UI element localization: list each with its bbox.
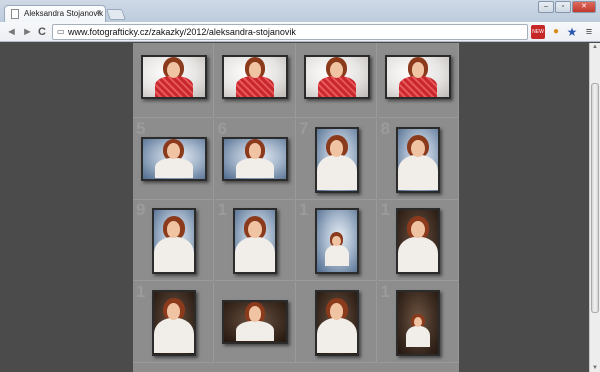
photo-thumbnail[interactable]: [314, 208, 359, 274]
tab-close-icon[interactable]: ×: [96, 8, 101, 17]
tab-strip: Aleksandra Stojanovik × – ▫ ✕: [0, 0, 600, 22]
reload-icon[interactable]: C: [38, 25, 46, 39]
gallery-cell: 9: [133, 200, 214, 281]
forward-icon[interactable]: ►: [22, 25, 33, 39]
portrait-subject: [324, 232, 349, 266]
gallery-cell: [133, 43, 214, 118]
portrait-subject: [399, 57, 437, 97]
photo-number: 1: [136, 281, 146, 301]
gallery-cell: [296, 281, 377, 363]
photo-number: 9: [136, 200, 146, 219]
gallery-cell: 6: [214, 118, 296, 200]
scroll-down-icon[interactable]: ▼: [592, 365, 598, 371]
portrait-subject: [154, 57, 193, 97]
scroll-thumb[interactable]: [591, 83, 599, 313]
photo-thumbnail[interactable]: [396, 289, 440, 356]
photo-thumbnail[interactable]: [396, 126, 440, 193]
back-icon[interactable]: ◄: [6, 25, 17, 39]
photo-number: 5: [136, 118, 146, 138]
portrait-subject: [316, 297, 357, 354]
portrait-subject: [398, 216, 438, 272]
photo-thumbnail[interactable]: [303, 55, 370, 99]
photo-thumbnail[interactable]: [140, 55, 207, 99]
gallery-cell: 7: [296, 118, 377, 200]
portrait-subject: [153, 297, 194, 354]
photo-number: 1: [217, 200, 227, 219]
photo-thumbnail[interactable]: [233, 208, 277, 274]
cookie-extension-icon[interactable]: ●: [549, 25, 563, 39]
portrait-subject: [235, 216, 275, 272]
photo-thumbnail[interactable]: [151, 289, 196, 356]
photo-thumbnail[interactable]: [314, 289, 359, 356]
photo-thumbnail[interactable]: [385, 55, 451, 99]
photo-thumbnail[interactable]: [314, 126, 359, 193]
menu-icon[interactable]: ≡: [582, 25, 596, 39]
gallery-cell: [296, 43, 377, 118]
close-window-button[interactable]: ✕: [572, 1, 596, 13]
gallery-cell: 1: [214, 200, 296, 281]
photo-thumbnail[interactable]: [222, 55, 288, 99]
portrait-subject: [236, 57, 274, 97]
gallery-cell: 1: [133, 281, 214, 363]
gallery-cell: 1: [377, 200, 459, 281]
new-tab-button[interactable]: [105, 9, 127, 20]
gallery-cell: [377, 43, 459, 118]
gallery-cell: 8: [377, 118, 459, 200]
photo-gallery: 5 6 7 8 9 1 1 1 1 1: [133, 43, 459, 372]
gallery-cell: [214, 281, 296, 363]
gallery-cell: 5: [133, 118, 214, 200]
gallery-cell: 1: [377, 281, 459, 363]
vertical-scrollbar[interactable]: ▲ ▼: [589, 43, 600, 372]
portrait-subject: [236, 138, 274, 179]
portrait-subject: [236, 301, 274, 342]
photo-thumbnail[interactable]: [222, 136, 288, 181]
page-favicon-icon: [11, 9, 19, 19]
browser-tab[interactable]: Aleksandra Stojanovik ×: [4, 5, 106, 22]
maximize-button[interactable]: ▫: [555, 1, 571, 13]
photo-number: 8: [380, 118, 390, 138]
portrait-subject: [153, 216, 194, 272]
minimize-button[interactable]: –: [538, 1, 554, 13]
gallery-cell: [214, 43, 296, 118]
new-badge-extension-icon[interactable]: NEW: [531, 25, 545, 39]
scroll-up-icon[interactable]: ▲: [592, 44, 598, 50]
gallery-cell: 1: [296, 200, 377, 281]
photo-number: 7: [299, 118, 309, 138]
photo-thumbnail[interactable]: [140, 136, 207, 181]
portrait-subject: [317, 57, 356, 97]
photo-thumbnail[interactable]: [222, 299, 288, 344]
browser-toolbar: ◄ ► C ▭ www.fotografticky.cz/zakazky/201…: [0, 22, 600, 42]
portrait-subject: [398, 134, 438, 191]
url-text[interactable]: www.fotografticky.cz/zakazky/2012/aleksa…: [68, 27, 296, 37]
bookmark-star-icon[interactable]: ★: [565, 25, 579, 39]
portrait-subject: [154, 138, 193, 179]
page-content: 5 6 7 8 9 1 1 1 1 1: [0, 43, 600, 372]
photo-number: 1: [380, 281, 390, 301]
portrait-subject: [406, 313, 430, 348]
photo-thumbnail[interactable]: [151, 208, 196, 274]
address-bar[interactable]: ▭ www.fotografticky.cz/zakazky/2012/alek…: [52, 24, 528, 40]
photo-number: 1: [299, 200, 309, 219]
page-icon: ▭: [57, 27, 65, 36]
window-controls: – ▫ ✕: [538, 1, 596, 14]
photo-number: 6: [217, 118, 227, 138]
photo-number: 1: [380, 200, 390, 219]
tab-title: Aleksandra Stojanovik: [24, 9, 104, 18]
portrait-subject: [316, 134, 357, 191]
photo-thumbnail[interactable]: [396, 208, 440, 274]
